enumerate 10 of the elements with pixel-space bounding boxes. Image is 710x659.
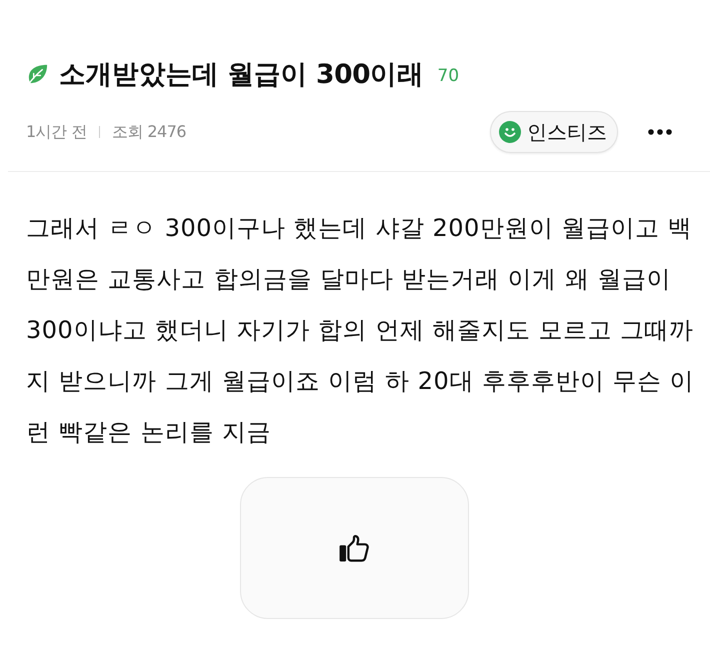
- comment-count: 70: [437, 66, 460, 86]
- thumbs-up-icon: [339, 534, 369, 562]
- board-chip[interactable]: 인스티즈: [490, 111, 618, 153]
- post-time: 1시간 전: [26, 122, 87, 142]
- leaf-icon: [26, 62, 49, 86]
- view-count: 조회 2476: [112, 122, 186, 142]
- post-title: 소개받았는데 월급이 300이래: [59, 58, 424, 92]
- smiley-icon: [499, 121, 521, 143]
- more-icon: [648, 129, 672, 135]
- post-body: 그래서 ㄹㅇ 300이구나 했는데 샤갈 200만원이 월급이고 백만원은 교통사고 합의금을 달마다 받는거래 이게 왜 월급이 300이냐고 했더니 자기가 합의 언제 해줄지도 모르고 그때까지 받으니까 그게 월급이죠 이럼 하 20대 후후후반이 무슨 이런 빡같은 논리를 지금: [25, 213, 696, 448]
